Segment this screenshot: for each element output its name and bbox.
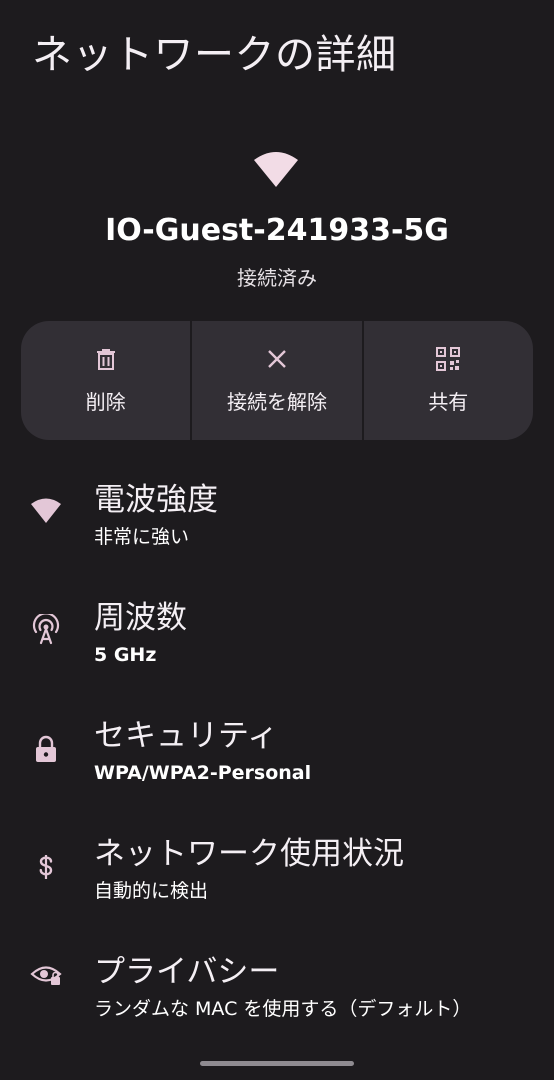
gesture-navigation-bar[interactable] <box>200 1061 354 1066</box>
security-row[interactable]: セキュリティ WPA/WPA2-Personal <box>0 704 554 822</box>
signal-strength-title: 電波強度 <box>94 482 218 518</box>
network-usage-title: ネットワーク使用状況 <box>94 836 404 872</box>
frequency-value: 5 GHz <box>94 644 157 666</box>
privacy-row[interactable]: プライバシー ランダムな MAC を使用する（デフォルト） <box>0 940 554 1058</box>
details-list: 電波強度 非常に強い 周波数 5 GHz セキュリティ WPA/WPA2-Per… <box>0 468 554 1058</box>
signal-strength-value: 非常に強い <box>94 526 190 548</box>
network-name: IO-Guest-241933-5G <box>105 213 449 248</box>
lock-icon <box>36 735 56 762</box>
privacy-eye-icon <box>30 966 62 985</box>
network-usage-value: 自動的に検出 <box>94 880 209 902</box>
close-icon <box>268 350 286 368</box>
qr-code-icon <box>436 347 461 371</box>
page-title: ネットワークの詳細 <box>32 32 397 78</box>
network-usage-row[interactable]: ネットワーク使用状況 自動的に検出 <box>0 822 554 940</box>
security-title: セキュリティ <box>94 718 279 754</box>
privacy-title: プライバシー <box>94 954 280 990</box>
security-value: WPA/WPA2-Personal <box>94 762 312 784</box>
share-label: 共有 <box>428 390 469 414</box>
delete-label: 削除 <box>85 390 126 414</box>
trash-icon <box>96 349 115 370</box>
network-status: 接続済み <box>237 266 317 290</box>
privacy-value: ランダムな MAC を使用する（デフォルト） <box>94 998 472 1020</box>
disconnect-button[interactable]: 接続を解除 <box>190 321 361 440</box>
frequency-row[interactable]: 周波数 5 GHz <box>0 586 554 704</box>
wifi-icon <box>31 498 61 523</box>
antenna-icon <box>32 614 60 645</box>
wifi-icon <box>254 152 298 187</box>
frequency-title: 周波数 <box>94 600 187 636</box>
disconnect-label: 接続を解除 <box>226 390 327 414</box>
signal-strength-row[interactable]: 電波強度 非常に強い <box>0 468 554 586</box>
action-bar: 削除 接続を解除 共有 <box>21 321 533 440</box>
share-button[interactable]: 共有 <box>361 321 533 440</box>
dollar-icon <box>39 855 53 879</box>
delete-button[interactable]: 削除 <box>21 321 190 440</box>
